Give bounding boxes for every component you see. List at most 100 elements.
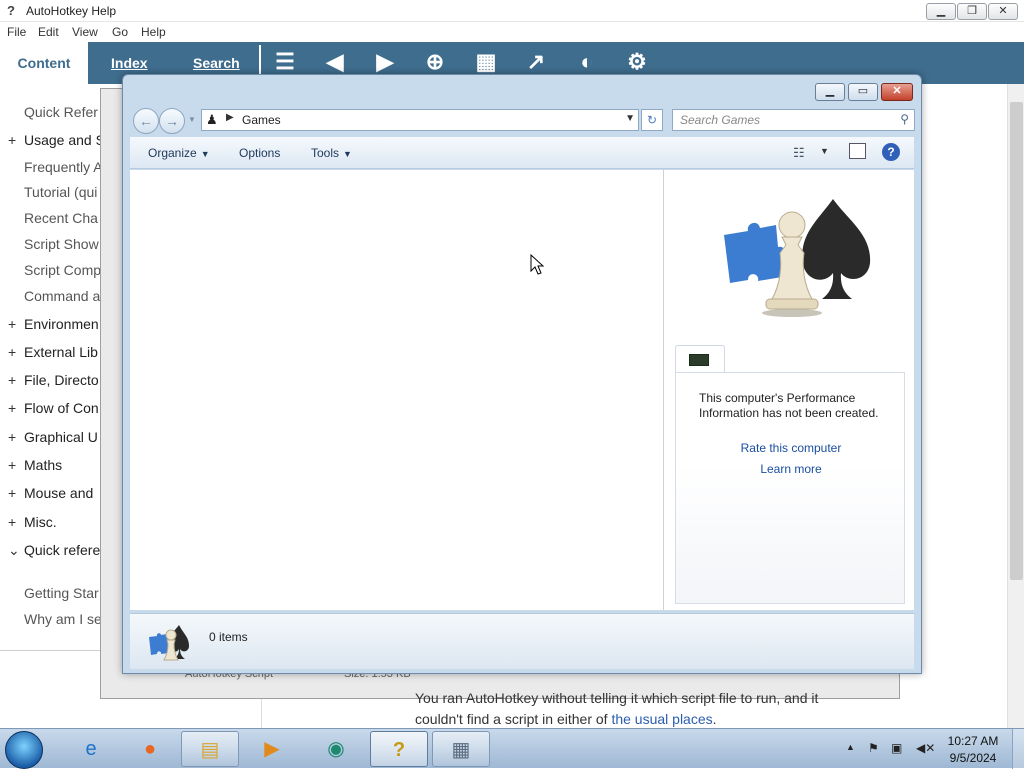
address-row: ← → ▼ ♟ ▶ Games ▼ ↻ Search Games ⚲ [131,107,915,134]
mouse-pointer-icon [530,254,544,275]
rate-computer-link[interactable]: Rate this computer [676,441,906,455]
sidebar-item[interactable]: File, Directo [24,372,99,388]
performance-message: This computer's Performance Information … [699,391,879,420]
breadcrumb-arrow-icon[interactable]: ▶ [226,112,234,123]
taskbar: e ● ▤ ▶ ◉ ? ▦ ▲ ⚑ ▣ ◀✕ 10:27 AM 9/5/2024 [0,728,1024,769]
clock-date[interactable]: 9/5/2024 [944,751,1002,765]
tools-menu[interactable]: Tools ▼ [311,146,352,160]
action-center-flag-icon[interactable]: ⚑ [868,741,879,755]
performance-tab[interactable] [675,345,725,373]
tab-index[interactable]: Index [111,55,148,71]
file-list-pane[interactable] [130,170,663,610]
expand-plus-icon[interactable]: + [8,514,16,530]
sidebar-item[interactable]: Script Show [24,236,99,252]
scrollbar-thumb[interactable] [1010,102,1023,580]
sidebar-item[interactable]: Environmen [24,316,99,332]
expand-plus-icon[interactable]: + [8,485,16,501]
network-icon[interactable]: ▣ [891,741,902,755]
tab-search[interactable]: Search [193,55,240,71]
sidebar-item[interactable]: Tutorial (qui [24,184,97,200]
expand-plus-icon[interactable]: + [8,457,16,473]
tab-content[interactable]: Content [0,42,88,84]
body-text-line2: couldn't find a script in either of the … [415,711,717,727]
expand-plus-icon[interactable]: + [8,132,16,148]
print-icon[interactable]: ▦ [472,48,500,76]
menu-edit[interactable]: Edit [38,25,59,39]
sidebar-item[interactable]: External Lib [24,344,98,360]
learn-more-link[interactable]: Learn more [676,462,906,476]
search-icon[interactable]: ⚲ [900,112,909,126]
views-icon[interactable]: ☷ [793,145,805,161]
hamburger-icon[interactable]: ☰ [271,48,299,76]
usual-places-link[interactable]: the usual places [611,711,712,727]
games-app-icon[interactable]: ◉ [307,731,365,767]
ahk-title-bar: ? AutoHotkey Help ▁ ❐ ✕ [0,0,1024,22]
sidebar-item[interactable]: Why am I se [24,611,102,627]
views-dropdown-icon[interactable]: ▼ [820,146,829,156]
expand-plus-icon[interactable]: + [8,316,16,332]
telling-it-link[interactable]: telling it [590,690,637,706]
sidebar-item[interactable]: Misc. [24,514,57,530]
games-small-icon [149,625,189,661]
start-button[interactable] [5,731,43,769]
sidebar-item[interactable]: Usage and S [24,132,105,148]
sidebar-item[interactable]: Graphical U [24,429,98,445]
help-app-taskbar-icon[interactable]: ? [370,731,428,767]
settings-gear-icon[interactable]: ⚙ [623,48,651,76]
sidebar-item[interactable]: Quick refere [24,542,100,558]
media-player-icon[interactable]: ▶ [243,731,301,767]
forward-button[interactable]: → [159,108,185,134]
calculator-icon[interactable]: ▦ [432,731,490,767]
firefox-icon[interactable]: ● [121,731,179,767]
back-button[interactable]: ← [133,108,159,134]
games-minimize-button[interactable]: ▁ [815,83,845,101]
tray-expand-icon[interactable]: ▲ [846,742,855,752]
options-button[interactable]: Options [239,146,280,160]
search-input[interactable]: Search Games ⚲ [672,109,915,131]
sidebar-item[interactable]: Script Comp [24,262,101,278]
sidebar-item[interactable]: Getting Star [24,585,99,601]
minimize-button[interactable]: ▁ [926,3,956,20]
contrast-icon[interactable]: ◐ [573,48,601,76]
menu-bar: File Edit View Go Help [0,22,1024,42]
zoom-icon[interactable]: ⊕ [421,48,449,76]
address-bar[interactable]: ♟ ▶ Games ▼ [201,109,639,131]
expand-plus-icon[interactable]: + [8,344,16,360]
clock-time[interactable]: 10:27 AM [944,734,1002,748]
back-arrow-icon[interactable]: ◀ [321,48,349,76]
sidebar-item[interactable]: Flow of Con [24,400,99,416]
sidebar-item[interactable]: Quick Refer [24,104,98,120]
menu-file[interactable]: File [7,25,26,39]
expand-plus-icon[interactable]: + [8,400,16,416]
sidebar-item[interactable]: Recent Cha [24,210,98,226]
sidebar-item[interactable]: Command a [24,288,100,304]
help-app-icon: ? [7,3,15,18]
games-maximize-button[interactable]: ▭ [848,83,878,101]
expand-plus-icon[interactable]: + [8,372,16,388]
sidebar-item[interactable]: Mouse and [24,485,93,501]
organize-menu[interactable]: Organize ▼ [148,146,210,160]
menu-help[interactable]: Help [141,25,166,39]
open-external-icon[interactable]: ↗ [522,48,550,76]
sidebar-item[interactable]: Frequently A [24,159,103,175]
menu-go[interactable]: Go [112,25,128,39]
address-dropdown-icon[interactable]: ▼ [625,113,635,124]
refresh-button[interactable]: ↻ [641,109,663,131]
sidebar-item[interactable]: Maths [24,457,62,473]
show-desktop-button[interactable] [1012,729,1024,769]
close-button[interactable]: ✕ [988,3,1018,20]
restore-button[interactable]: ❐ [957,3,987,20]
volume-muted-icon[interactable]: ◀✕ [916,741,935,755]
games-close-button[interactable]: ✕ [881,83,913,101]
breadcrumb-games[interactable]: Games [242,113,281,127]
internet-explorer-icon[interactable]: e [62,731,120,767]
collapse-chevron-icon[interactable]: ⌄ [8,542,20,559]
content-scrollbar[interactable] [1007,84,1024,728]
explorer-icon[interactable]: ▤ [181,731,239,767]
expand-plus-icon[interactable]: + [8,429,16,445]
forward-arrow-icon[interactable]: ▶ [371,48,399,76]
menu-view[interactable]: View [72,25,98,39]
recent-pages-caret-icon[interactable]: ▼ [188,115,196,124]
help-icon[interactable]: ? [882,143,900,161]
preview-pane-icon[interactable] [849,143,866,159]
